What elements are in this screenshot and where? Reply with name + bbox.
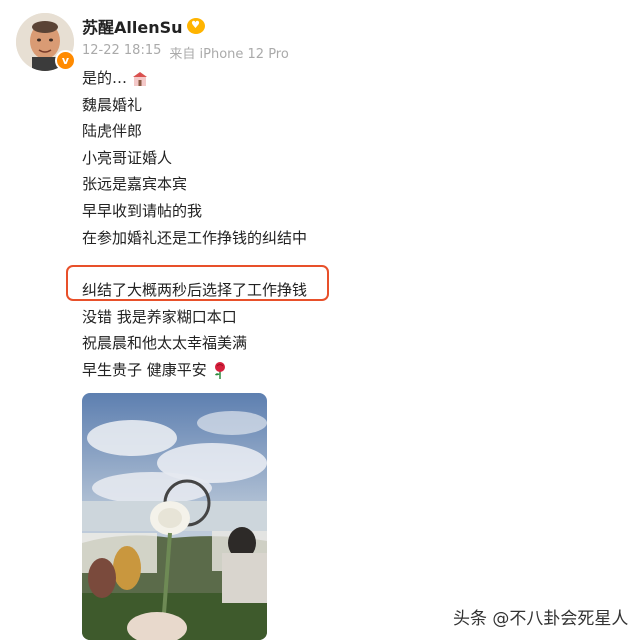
username-text[interactable]: 苏醒AllenSu	[82, 14, 183, 38]
post-line: 魏晨婚礼	[82, 95, 143, 114]
post-line: 张远是嘉宾本宾	[82, 175, 188, 194]
post-line: 是的…	[82, 65, 307, 92]
post-meta: 12-22 18:15 来自 iPhone 12 Pro	[82, 43, 289, 62]
verified-badge-icon: v	[55, 50, 76, 71]
post-line: 陆虎伴郎	[82, 122, 143, 141]
post-line: 早早收到请帖的我	[82, 201, 203, 220]
post-photo[interactable]	[82, 393, 267, 640]
crown-heart-icon: ♥	[186, 18, 205, 34]
post-source: 来自 iPhone 12 Pro	[169, 47, 289, 62]
wedding-photo-image	[82, 393, 267, 640]
post-body: 是的… 魏晨婚礼 陆虎伴郎 小亮哥证婚人 张远是嘉宾本宾 早早收到请帖的我 在参…	[82, 65, 307, 384]
rose-icon	[214, 362, 225, 380]
post-line: 没错 我是养家糊口本口	[82, 307, 237, 326]
post-line: 祝晨晨和他太太幸福美满	[82, 334, 248, 353]
post-date: 12-22 18:15	[82, 43, 162, 58]
highlight-box	[66, 265, 329, 301]
post-line: 早生贵子 健康平安	[82, 357, 307, 384]
post-author[interactable]: 苏醒AllenSu ♥	[82, 14, 205, 38]
post-line: 在参加婚礼还是工作挣钱的纠结中	[82, 228, 308, 247]
wedding-chapel-icon	[132, 71, 147, 86]
post-line: 小亮哥证婚人	[82, 148, 173, 167]
source-watermark: 头条 @不八卦会死星人	[453, 609, 629, 629]
